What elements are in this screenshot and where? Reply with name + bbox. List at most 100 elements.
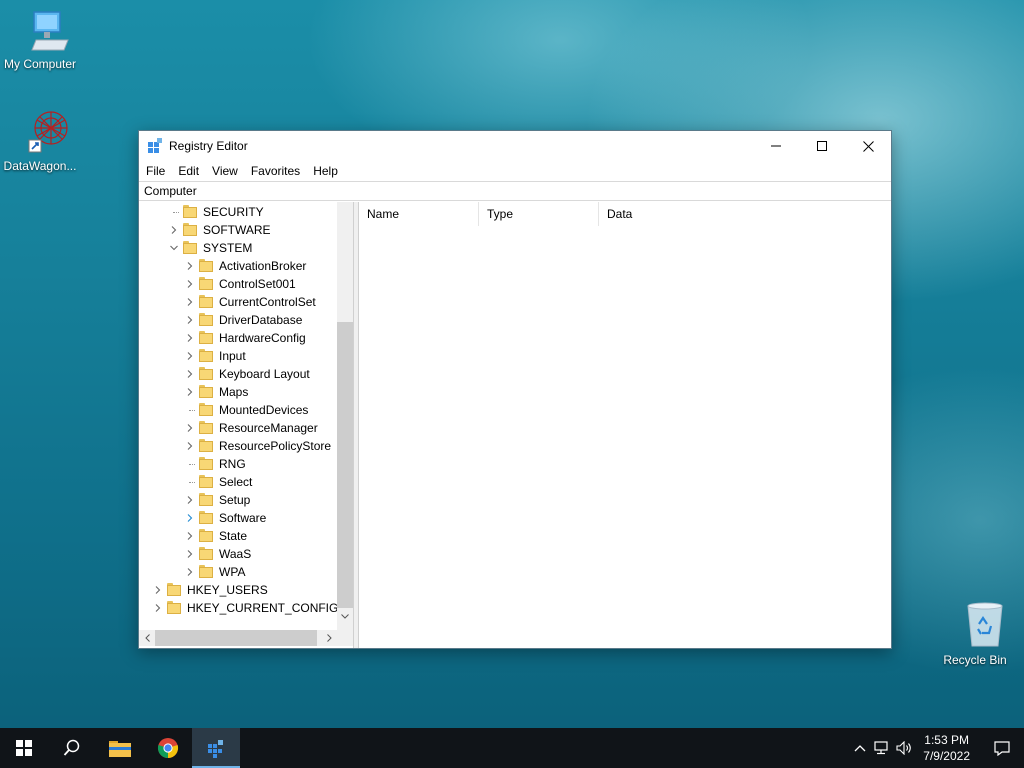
registry-tree: SECURITY SOFTWARE SYSTEM ActivationBroker Co… xyxy=(139,203,337,629)
folder-icon xyxy=(199,313,213,326)
chevron-right-icon[interactable] xyxy=(185,567,195,577)
tree-node[interactable]: ActivationBroker xyxy=(139,257,337,275)
menu-favorites[interactable]: Favorites xyxy=(244,164,306,178)
tree-node[interactable]: WaaS xyxy=(139,545,337,563)
tree-node-label: CurrentControlSet xyxy=(219,295,316,309)
tree-node[interactable]: SYSTEM xyxy=(139,239,337,257)
chevron-right-icon[interactable] xyxy=(185,531,195,541)
tree-node[interactable]: Software xyxy=(139,509,337,527)
tree-node[interactable]: CurrentControlSet xyxy=(139,293,337,311)
tree-vertical-scroll-thumb[interactable] xyxy=(337,322,353,608)
minimize-button[interactable] xyxy=(753,131,799,161)
search-button[interactable] xyxy=(48,728,96,768)
taskbar-registry-editor[interactable] xyxy=(192,728,240,768)
chevron-right-icon[interactable] xyxy=(185,513,195,523)
column-header-name[interactable]: Name xyxy=(359,202,479,226)
folder-icon xyxy=(199,457,213,470)
chevron-right-icon xyxy=(326,634,332,642)
show-hidden-icons-button[interactable] xyxy=(849,744,871,752)
folder-icon xyxy=(199,259,213,272)
tree-node[interactable]: Select xyxy=(139,473,337,491)
tree-node-label: Setup xyxy=(219,493,251,507)
tree-horizontal-scroll-thumb[interactable] xyxy=(155,630,317,646)
chevron-down-icon xyxy=(341,613,349,619)
folder-icon xyxy=(199,295,213,308)
chevron-right-icon[interactable] xyxy=(185,297,195,307)
chevron-right-icon[interactable] xyxy=(185,279,195,289)
tree-node[interactable]: ControlSet001 xyxy=(139,275,337,293)
chevron-right-icon[interactable] xyxy=(153,603,163,613)
chevron-down-icon[interactable] xyxy=(169,243,179,253)
recycle-bin-desktop-icon[interactable]: Recycle Bin xyxy=(935,602,1015,667)
column-header-type[interactable]: Type xyxy=(479,202,599,226)
tree-node[interactable]: SOFTWARE xyxy=(139,221,337,239)
menu-view[interactable]: View xyxy=(205,164,244,178)
my-computer-desktop-icon[interactable]: My Computer xyxy=(0,10,80,71)
start-button[interactable] xyxy=(0,728,48,768)
chevron-right-icon[interactable] xyxy=(153,585,163,595)
tree-node[interactable]: HKEY_CURRENT_CONFIG xyxy=(139,599,337,617)
values-list-pane[interactable]: Name Type Data xyxy=(359,202,891,648)
folder-icon xyxy=(199,439,213,452)
datawagon-desktop-icon[interactable]: DataWagon... xyxy=(0,108,80,173)
tree-node[interactable]: SECURITY xyxy=(139,203,337,221)
menu-edit[interactable]: Edit xyxy=(171,164,205,178)
chevron-right-icon[interactable] xyxy=(185,387,195,397)
tree-node[interactable]: MountedDevices xyxy=(139,401,337,419)
chevron-right-icon[interactable] xyxy=(185,261,195,271)
tree-node[interactable]: Maps xyxy=(139,383,337,401)
folder-icon xyxy=(199,385,213,398)
tree-node-label: Maps xyxy=(219,385,249,399)
address-bar[interactable]: Computer xyxy=(139,181,891,201)
chevron-right-icon[interactable] xyxy=(185,495,195,505)
tree-node[interactable]: Keyboard Layout xyxy=(139,365,337,383)
tree-node[interactable]: Setup xyxy=(139,491,337,509)
maximize-button[interactable] xyxy=(799,131,845,161)
taskbar-file-explorer[interactable] xyxy=(96,728,144,768)
tree-node-label: RNG xyxy=(219,457,246,471)
taskbar-chrome[interactable] xyxy=(144,728,192,768)
tree-node-label: HardwareConfig xyxy=(219,331,306,345)
chevron-right-icon[interactable] xyxy=(185,549,195,559)
tree-node[interactable]: HardwareConfig xyxy=(139,329,337,347)
chevron-right-icon[interactable] xyxy=(185,441,195,451)
chevron-right-icon[interactable] xyxy=(185,333,195,343)
chevron-right-icon[interactable] xyxy=(169,225,179,235)
menu-help[interactable]: Help xyxy=(306,164,344,178)
tree-node[interactable]: HKEY_USERS xyxy=(139,581,337,599)
tree-vertical-scrollbar[interactable] xyxy=(337,202,353,630)
volume-button[interactable] xyxy=(893,741,915,755)
tree-node[interactable]: Input xyxy=(139,347,337,365)
chevron-right-icon[interactable] xyxy=(185,315,195,325)
clock-time: 1:53 PM xyxy=(924,733,969,747)
chevron-right-icon[interactable] xyxy=(185,369,195,379)
registry-editor-window: Registry Editor File Edit View Favorites… xyxy=(138,130,892,649)
title-bar[interactable]: Registry Editor xyxy=(139,131,891,161)
chevron-right-icon[interactable] xyxy=(185,423,195,433)
tree-node[interactable]: WPA xyxy=(139,563,337,581)
tree-node[interactable]: RNG xyxy=(139,455,337,473)
tree-node[interactable]: DriverDatabase xyxy=(139,311,337,329)
tree-node[interactable]: State xyxy=(139,527,337,545)
tree-node[interactable]: ResourcePolicyStore xyxy=(139,437,337,455)
network-button[interactable] xyxy=(871,741,893,755)
search-icon xyxy=(63,739,80,756)
scroll-left-button[interactable] xyxy=(139,630,155,646)
column-header-data[interactable]: Data xyxy=(599,202,719,226)
folder-icon xyxy=(167,583,181,596)
tree-node[interactable]: ResourceManager xyxy=(139,419,337,437)
folder-icon xyxy=(109,741,131,757)
menu-file[interactable]: File xyxy=(139,164,171,178)
clock[interactable]: 1:53 PM 7/9/2022 xyxy=(923,732,970,764)
speaker-icon xyxy=(896,741,912,755)
scroll-right-button[interactable] xyxy=(321,630,337,646)
chevron-right-icon[interactable] xyxy=(185,351,195,361)
clock-date: 7/9/2022 xyxy=(923,749,970,763)
column-headers: Name Type Data xyxy=(359,202,891,226)
scroll-down-button[interactable] xyxy=(337,608,353,624)
action-center-button[interactable] xyxy=(980,728,1024,768)
tree-horizontal-scrollbar[interactable] xyxy=(139,630,337,646)
folder-icon xyxy=(199,403,213,416)
close-button[interactable] xyxy=(845,131,891,161)
tree-connector xyxy=(189,482,195,483)
